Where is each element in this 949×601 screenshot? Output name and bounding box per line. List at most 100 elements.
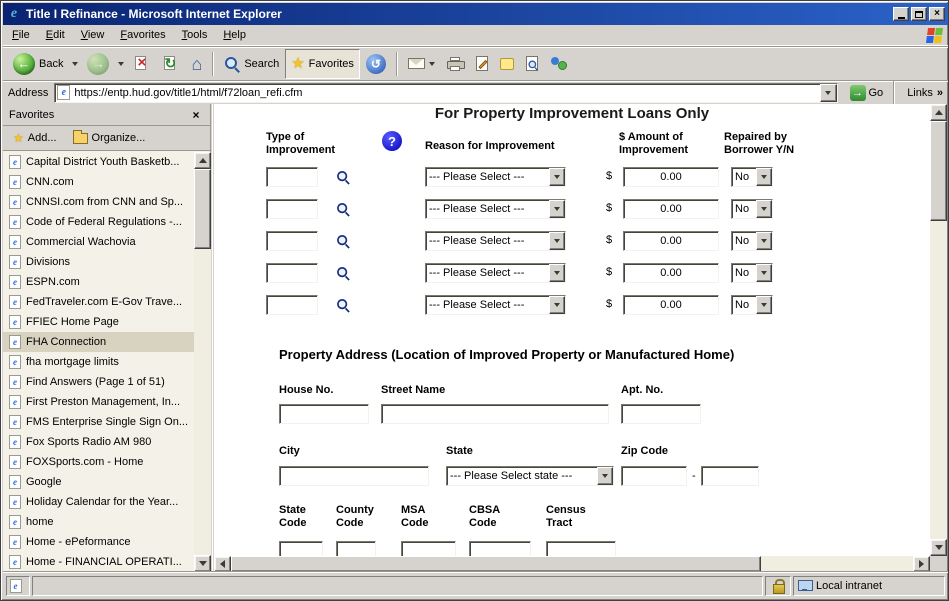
select-arrow-button[interactable] [597, 467, 613, 485]
favorite-item[interactable]: eGoogle [3, 472, 194, 492]
type-lookup-button[interactable] [334, 264, 352, 282]
type-lookup-button[interactable] [334, 232, 352, 250]
type-lookup-button[interactable] [334, 200, 352, 218]
reason-for-improvement-select[interactable]: --- Please Select --- [425, 295, 566, 315]
amount-of-improvement-input[interactable] [623, 231, 719, 251]
organize-favorites-button[interactable]: Organize... [67, 130, 152, 146]
favorite-item-selected[interactable]: eFHA Connection [3, 332, 194, 352]
repaired-by-borrower-select[interactable]: No [731, 167, 773, 187]
type-of-improvement-input[interactable] [266, 167, 318, 187]
refresh-button[interactable]: ↻ [156, 49, 185, 79]
scroll-down-button[interactable] [930, 539, 947, 556]
favorite-item[interactable]: eCNN.com [3, 172, 194, 192]
messenger-button[interactable] [544, 49, 573, 79]
favorite-item[interactable]: eFMS Enterprise Single Sign On... [3, 412, 194, 432]
state-select[interactable]: --- Please Select state --- [446, 466, 614, 486]
search-button[interactable]: Search [218, 49, 285, 79]
state-code-input[interactable] [279, 541, 323, 556]
back-dropdown[interactable] [69, 49, 81, 79]
reason-for-improvement-select[interactable]: --- Please Select --- [425, 167, 566, 187]
help-icon[interactable]: ? [382, 131, 402, 151]
favorite-item[interactable]: eHoliday Calendar for the Year... [3, 492, 194, 512]
minimize-button[interactable] [893, 7, 909, 21]
menu-tools[interactable]: Tools [174, 26, 216, 44]
apt-no-input[interactable] [621, 404, 701, 424]
select-arrow-button[interactable] [756, 264, 772, 282]
address-input[interactable] [74, 85, 819, 101]
amount-of-improvement-input[interactable] [623, 295, 719, 315]
forward-button[interactable]: → [81, 49, 115, 79]
discuss-button[interactable] [494, 49, 520, 79]
add-favorite-button[interactable]: ★ Add... [7, 128, 63, 148]
favorite-item[interactable]: efha mortgage limits [3, 352, 194, 372]
mail-button[interactable] [402, 49, 441, 79]
favorites-button[interactable]: ★ Favorites [285, 49, 360, 79]
repaired-by-borrower-select[interactable]: No [731, 199, 773, 219]
repaired-by-borrower-select[interactable]: No [731, 231, 773, 251]
favorite-item[interactable]: eESPN.com [3, 272, 194, 292]
menu-favorites[interactable]: Favorites [112, 26, 173, 44]
select-arrow-button[interactable] [549, 200, 565, 218]
favorite-item[interactable]: eCode of Federal Regulations -... [3, 212, 194, 232]
favorite-item[interactable]: eCommercial Wachovia [3, 232, 194, 252]
type-of-improvement-input[interactable] [266, 199, 318, 219]
address-dropdown-button[interactable] [820, 84, 837, 102]
city-input[interactable] [279, 466, 429, 486]
select-arrow-button[interactable] [549, 232, 565, 250]
county-code-input[interactable] [336, 541, 376, 556]
favorite-item[interactable]: eFedTraveler.com E-Gov Trave... [3, 292, 194, 312]
close-button[interactable]: × [929, 7, 945, 21]
cbsa-code-input[interactable] [469, 541, 531, 556]
type-lookup-button[interactable] [334, 168, 352, 186]
scroll-up-button[interactable] [930, 104, 947, 121]
select-arrow-button[interactable] [756, 200, 772, 218]
type-lookup-button[interactable] [334, 296, 352, 314]
house-no-input[interactable] [279, 404, 369, 424]
menu-file[interactable]: File [4, 26, 38, 44]
scroll-up-button[interactable] [194, 152, 211, 169]
stop-button[interactable]: × [127, 49, 156, 79]
favorite-item[interactable]: eCNNSI.com from CNN and Sp... [3, 192, 194, 212]
street-name-input[interactable] [381, 404, 609, 424]
amount-of-improvement-input[interactable] [623, 167, 719, 187]
select-arrow-button[interactable] [549, 168, 565, 186]
links-bar[interactable]: Links » [907, 87, 943, 99]
msa-code-input[interactable] [401, 541, 456, 556]
favorite-item[interactable]: eHome - FINANCIAL OPERATI... [3, 552, 194, 572]
scroll-left-button[interactable] [214, 556, 231, 572]
menu-view[interactable]: View [73, 26, 113, 44]
menu-edit[interactable]: Edit [38, 26, 73, 44]
scroll-down-button[interactable] [194, 555, 211, 572]
home-button[interactable]: ⌂ [185, 49, 208, 79]
favorite-item[interactable]: eDivisions [3, 252, 194, 272]
maximize-button[interactable] [911, 7, 927, 21]
scrollbar-thumb[interactable] [930, 121, 947, 221]
select-arrow-button[interactable] [549, 296, 565, 314]
select-arrow-button[interactable] [756, 168, 772, 186]
type-of-improvement-input[interactable] [266, 295, 318, 315]
favorite-item[interactable]: eFind Answers (Page 1 of 51) [3, 372, 194, 392]
select-arrow-button[interactable] [756, 296, 772, 314]
edit-button[interactable] [470, 49, 494, 79]
print-button[interactable] [441, 49, 470, 79]
favorite-item[interactable]: eFFIEC Home Page [3, 312, 194, 332]
reason-for-improvement-select[interactable]: --- Please Select --- [425, 263, 566, 283]
zip-code-input[interactable] [621, 466, 687, 486]
scrollbar-thumb[interactable] [231, 556, 761, 572]
type-of-improvement-input[interactable] [266, 231, 318, 251]
scroll-right-button[interactable] [913, 556, 930, 572]
type-of-improvement-input[interactable] [266, 263, 318, 283]
forward-dropdown[interactable] [115, 49, 127, 79]
select-arrow-button[interactable] [756, 232, 772, 250]
go-button[interactable]: → Go [844, 83, 890, 103]
repaired-by-borrower-select[interactable]: No [731, 295, 773, 315]
menu-help[interactable]: Help [215, 26, 254, 44]
research-button[interactable] [520, 49, 544, 79]
history-button[interactable]: ↺ [360, 49, 392, 79]
favorite-item[interactable]: eCapital District Youth Basketb... [3, 152, 194, 172]
favorite-item[interactable]: eHome - ePeformance [3, 532, 194, 552]
favorite-item[interactable]: eFOXSports.com - Home [3, 452, 194, 472]
favorite-item[interactable]: eFirst Preston Management, In... [3, 392, 194, 412]
census-tract-input[interactable] [546, 541, 616, 556]
back-button[interactable]: ← Back [7, 49, 69, 79]
